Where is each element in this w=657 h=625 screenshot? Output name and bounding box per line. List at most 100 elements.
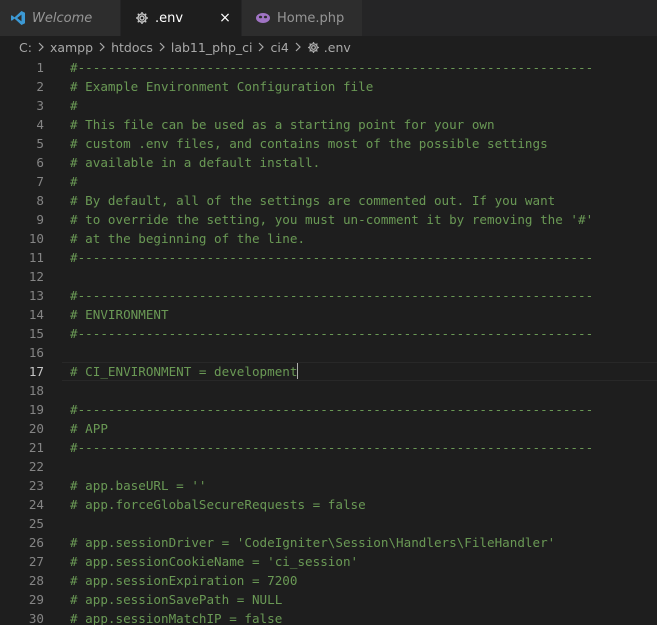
code-text: # xyxy=(70,98,78,113)
line-number: 19 xyxy=(28,402,44,417)
code-text: #---------------------------------------… xyxy=(70,402,594,417)
code-text: # app.sessionExpiration = 7200 xyxy=(70,573,298,588)
line-number: 7 xyxy=(36,174,44,189)
code-text: # By default, all of the settings are co… xyxy=(70,193,556,208)
code-line[interactable]: 28 # app.sessionExpiration = 7200 xyxy=(0,571,657,590)
tab-welcome[interactable]: Welcome xyxy=(0,0,121,36)
gear-icon xyxy=(307,41,320,54)
breadcrumb-item[interactable]: ci4 xyxy=(270,40,288,55)
code-line[interactable]: 3 # xyxy=(0,96,657,115)
code-text: # This file can be used as a starting po… xyxy=(70,117,495,132)
code-text: #---------------------------------------… xyxy=(70,250,594,265)
code-text: # custom .env files, and contains most o… xyxy=(70,136,548,151)
code-line[interactable]: 24 # app.forceGlobalSecureRequests = fals… xyxy=(0,495,657,514)
code-line[interactable]: 20 # APP xyxy=(0,419,657,438)
line-number: 22 xyxy=(28,459,44,474)
line-number: 29 xyxy=(28,592,44,607)
code-line[interactable]: 12 xyxy=(0,267,657,286)
breadcrumb-item[interactable]: C: xyxy=(19,40,32,55)
breadcrumb-item[interactable]: lab11_php_ci xyxy=(171,40,253,55)
code-line[interactable]: 5 # custom .env files, and contains most … xyxy=(0,134,657,153)
code-line[interactable]: 10 # at the beginning of the line. xyxy=(0,229,657,248)
code-line[interactable]: 1 #--------------------------------------… xyxy=(0,58,657,77)
line-number: 28 xyxy=(28,573,44,588)
breadcrumb: C: xampp htdocs lab11_php_ci ci4 .env xyxy=(0,36,657,58)
line-number: 14 xyxy=(28,307,44,322)
code-text: # to override the setting, you must un-c… xyxy=(70,212,594,227)
line-number: 6 xyxy=(36,155,44,170)
code-text: # at the beginning of the line. xyxy=(70,231,306,246)
chevron-right-icon xyxy=(294,42,302,52)
code-line[interactable]: 25 xyxy=(0,514,657,533)
code-text: #---------------------------------------… xyxy=(70,440,594,455)
code-text: #---------------------------------------… xyxy=(70,326,594,341)
code-text: # CI_ENVIRONMENT = development xyxy=(70,363,299,379)
code-text: #---------------------------------------… xyxy=(70,288,594,303)
code-line[interactable]: 30 # app.sessionMatchIP = false xyxy=(0,609,657,625)
code-line[interactable]: 23 # app.baseURL = '' xyxy=(0,476,657,495)
line-number: 3 xyxy=(36,98,44,113)
code-text: # app.sessionDriver = 'CodeIgniter\Sessi… xyxy=(70,535,556,550)
line-number: 1 xyxy=(36,60,44,75)
breadcrumb-item[interactable]: .env xyxy=(324,40,351,55)
code-line[interactable]: 21 #-------------------------------------… xyxy=(0,438,657,457)
code-line[interactable]: 2 # Example Environment Configuration fil… xyxy=(0,77,657,96)
line-number: 4 xyxy=(36,117,44,132)
code-line[interactable]: 16 xyxy=(0,343,657,362)
line-number: 12 xyxy=(28,269,44,284)
text-cursor xyxy=(297,363,299,379)
code-line[interactable]: 17 # CI_ENVIRONMENT = development xyxy=(0,362,657,381)
tab-bar: Welcome .env × Home.php xyxy=(0,0,657,36)
code-line[interactable]: 27 # app.sessionCookieName = 'ci_session' xyxy=(0,552,657,571)
line-number: 8 xyxy=(36,193,44,208)
code-line[interactable]: 6 # available in a default install. xyxy=(0,153,657,172)
tab-label: .env xyxy=(155,10,184,26)
line-number: 11 xyxy=(28,250,44,265)
chevron-right-icon xyxy=(98,42,106,52)
code-line[interactable]: 9 # to override the setting, you must un-… xyxy=(0,210,657,229)
line-number: 17 xyxy=(28,364,44,379)
gear-icon xyxy=(135,11,149,25)
php-icon xyxy=(255,11,271,25)
chevron-right-icon xyxy=(158,42,166,52)
line-number: 9 xyxy=(36,212,44,227)
code-line[interactable]: 8 # By default, all of the settings are c… xyxy=(0,191,657,210)
close-icon[interactable]: × xyxy=(217,10,233,26)
line-number: 16 xyxy=(28,345,44,360)
code-line[interactable]: 18 xyxy=(0,381,657,400)
line-number: 5 xyxy=(36,136,44,151)
line-number: 30 xyxy=(28,611,44,625)
code-line[interactable]: 29 # app.sessionSavePath = NULL xyxy=(0,590,657,609)
code-line[interactable]: 11 #-------------------------------------… xyxy=(0,248,657,267)
code-line[interactable]: 4 # This file can be used as a starting p… xyxy=(0,115,657,134)
code-line[interactable]: 15 #-------------------------------------… xyxy=(0,324,657,343)
line-number: 27 xyxy=(28,554,44,569)
code-text: # app.baseURL = '' xyxy=(70,478,207,493)
line-number: 20 xyxy=(28,421,44,436)
line-number: 15 xyxy=(28,326,44,341)
line-number: 2 xyxy=(36,79,44,94)
code-line[interactable]: 7 # xyxy=(0,172,657,191)
line-number: 25 xyxy=(28,516,44,531)
code-editor[interactable]: 1 #--------------------------------------… xyxy=(0,58,657,625)
code-text: # ENVIRONMENT xyxy=(70,307,169,322)
vscode-icon xyxy=(10,10,26,26)
line-number: 26 xyxy=(28,535,44,550)
code-text: # app.sessionCookieName = 'ci_session' xyxy=(70,554,359,569)
chevron-right-icon xyxy=(257,42,265,52)
line-number: 21 xyxy=(28,440,44,455)
breadcrumb-item[interactable]: htdocs xyxy=(111,40,153,55)
code-text: # app.sessionMatchIP = false xyxy=(70,611,283,625)
tab-env[interactable]: .env × xyxy=(121,0,242,36)
code-line[interactable]: 13 #-------------------------------------… xyxy=(0,286,657,305)
line-number: 18 xyxy=(28,383,44,398)
code-text: #---------------------------------------… xyxy=(70,60,594,75)
tab-home-php[interactable]: Home.php xyxy=(242,0,363,36)
line-number: 10 xyxy=(28,231,44,246)
line-number: 13 xyxy=(28,288,44,303)
code-line[interactable]: 19 #-------------------------------------… xyxy=(0,400,657,419)
code-line[interactable]: 22 xyxy=(0,457,657,476)
code-line[interactable]: 26 # app.sessionDriver = 'CodeIgniter\Ses… xyxy=(0,533,657,552)
breadcrumb-item[interactable]: xampp xyxy=(50,40,93,55)
code-line[interactable]: 14 # ENVIRONMENT xyxy=(0,305,657,324)
